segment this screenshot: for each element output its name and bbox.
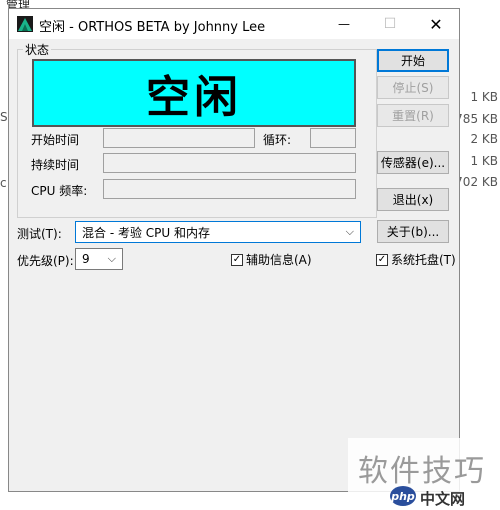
start-button[interactable]: 开始 [377,49,449,72]
background-side-letter: c [0,176,7,190]
minimize-icon: — [338,17,350,31]
checkbox-check-icon: ✓ [231,253,243,266]
priority-label: 优先级(P): [17,254,74,268]
checkbox-check-icon: ✓ [376,253,388,266]
exit-button[interactable]: 退出(x) [377,188,449,211]
system-tray-label: 系统托盘(T) [391,253,456,267]
loop-field [310,128,356,148]
status-group-label: 状态 [23,41,52,58]
test-select[interactable]: 混合 - 考验 CPU 和内存 ⌵ [75,221,361,243]
chevron-down-icon: ⌵ [107,252,116,265]
cpu-frequency-field [103,179,356,199]
aux-info-checkbox[interactable]: ✓ 辅助信息(A) [231,251,312,268]
sensors-button[interactable]: 传感器(e)... [377,151,449,174]
maximize-icon: ☐ [383,16,397,32]
test-label: 测试(T): [17,227,62,241]
app-icon [17,16,33,32]
about-button[interactable]: 关于(b)... [377,220,449,243]
duration-label: 持续时间 [31,158,80,172]
loop-label: 循环: [263,133,292,147]
system-tray-checkbox[interactable]: ✓ 系统托盘(T) [376,251,456,268]
close-button[interactable]: ✕ [413,9,459,39]
cpu-frequency-label: CPU 频率: [31,184,88,198]
php-logo: php [390,486,416,506]
priority-select[interactable]: 9 ⌵ [75,248,123,270]
reset-button[interactable]: 重置(R) [377,104,449,127]
stop-button[interactable]: 停止(S) [377,76,449,99]
maximize-button[interactable]: ☐ [367,9,413,39]
minimize-button[interactable]: — [321,9,367,39]
priority-select-value: 9 [82,252,90,266]
close-icon: ✕ [429,14,443,34]
duration-field [103,153,356,173]
orthos-window: 空闲 - ORTHOS BETA by Johnny Lee — ☐ ✕ 状态 … [8,8,460,492]
status-display: 空闲 [32,59,356,127]
aux-info-label: 辅助信息(A) [246,253,312,267]
start-time-label: 开始时间 [31,133,80,147]
watermark-subtext: 中文网 [420,490,466,508]
background-side-letter: S [0,110,8,124]
watermark-text: 软件技巧 [358,454,486,489]
test-select-value: 混合 - 考验 CPU 和内存 [82,225,210,240]
window-title: 空闲 - ORTHOS BETA by Johnny Lee [39,20,266,35]
chevron-down-icon: ⌵ [345,225,354,238]
start-time-field [103,128,255,148]
title-bar[interactable]: 空闲 - ORTHOS BETA by Johnny Lee — ☐ ✕ [9,9,459,39]
